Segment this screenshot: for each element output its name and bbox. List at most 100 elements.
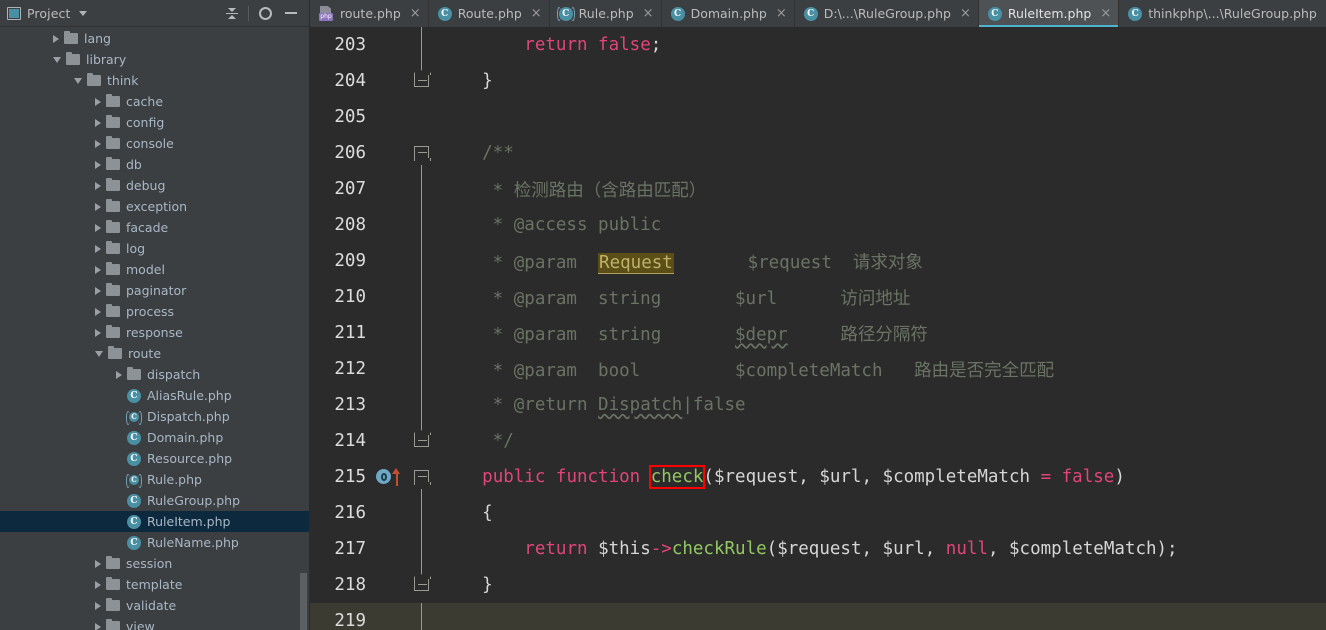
code-folding-gutter[interactable] <box>410 171 434 207</box>
editor-tab-d:-----rulegroup-php[interactable]: C D:\...\RuleGroup.php × <box>795 0 979 27</box>
code-line-217[interactable]: 217 return $this->checkRule($request, $u… <box>310 531 1326 567</box>
gutter-marker-area[interactable] <box>372 387 410 423</box>
code-line-216[interactable]: 216 { <box>310 495 1326 531</box>
tree-item-ruleitem-php[interactable]: C RuleItem.php <box>0 511 310 532</box>
chevron-right-icon[interactable] <box>53 34 59 43</box>
settings-button[interactable] <box>252 2 278 24</box>
code-folding-gutter[interactable] <box>410 207 434 243</box>
tab-close-icon[interactable]: × <box>776 7 787 20</box>
tab-close-icon[interactable]: × <box>643 7 654 20</box>
tree-item-config[interactable]: config <box>0 112 310 133</box>
code-line-218[interactable]: 218 } <box>310 567 1326 603</box>
tree-item-lang[interactable]: lang <box>0 28 310 49</box>
tree-item-think[interactable]: think <box>0 70 310 91</box>
sidebar-scrollbar[interactable] <box>300 573 307 630</box>
gutter-marker-area[interactable] <box>372 567 410 603</box>
code-folding-gutter[interactable] <box>410 99 434 135</box>
chevron-right-icon[interactable] <box>95 160 101 169</box>
code-line-215[interactable]: 215 public function check($request, $url… <box>310 459 1326 495</box>
code-folding-gutter[interactable] <box>410 603 434 630</box>
fold-collapse-icon[interactable] <box>414 578 429 591</box>
fold-collapse-icon[interactable] <box>414 74 429 87</box>
gutter-marker-area[interactable] <box>372 63 410 99</box>
code-folding-gutter[interactable] <box>410 387 434 423</box>
gutter-marker-area[interactable] <box>372 171 410 207</box>
tab-close-icon[interactable]: × <box>1100 7 1111 20</box>
tree-item-dispatch[interactable]: dispatch <box>0 364 310 385</box>
tab-close-icon[interactable]: × <box>531 7 542 20</box>
code-folding-gutter[interactable] <box>410 315 434 351</box>
override-method-icon[interactable] <box>376 468 410 486</box>
tree-item-dispatch-php[interactable]: C Dispatch.php <box>0 406 310 427</box>
chevron-right-icon[interactable] <box>95 580 101 589</box>
code-folding-gutter[interactable] <box>410 351 434 387</box>
gutter-marker-area[interactable] <box>372 135 410 171</box>
code-line-219[interactable]: 219 <box>310 603 1326 630</box>
project-title-group[interactable]: Project <box>7 6 219 21</box>
code-line-203[interactable]: 203 return false; <box>310 27 1326 63</box>
code-line-206[interactable]: 206 /** <box>310 135 1326 171</box>
tree-item-console[interactable]: console <box>0 133 310 154</box>
code-folding-gutter[interactable] <box>410 63 434 99</box>
tree-item-rulename-php[interactable]: C RuleName.php <box>0 532 310 553</box>
chevron-right-icon[interactable] <box>95 97 101 106</box>
minimize-button[interactable] <box>278 2 304 24</box>
collapse-all-button[interactable] <box>219 2 245 24</box>
tree-item-validate[interactable]: validate <box>0 595 310 616</box>
tree-item-rule-php[interactable]: C Rule.php <box>0 469 310 490</box>
tree-item-domain-php[interactable]: C Domain.php <box>0 427 310 448</box>
chevron-right-icon[interactable] <box>95 328 101 337</box>
code-line-205[interactable]: 205 <box>310 99 1326 135</box>
editor-tab-ruleitem-php[interactable]: C RuleItem.php × <box>978 0 1120 27</box>
chevron-right-icon[interactable] <box>95 223 101 232</box>
tree-item-facade[interactable]: facade <box>0 217 310 238</box>
tree-item-library[interactable]: library <box>0 49 310 70</box>
tree-item-log[interactable]: log <box>0 238 310 259</box>
fold-collapse-icon[interactable] <box>414 146 429 159</box>
code-editor[interactable]: 203 return false; 204 } 205 206 /** 207 * 检测… <box>310 27 1326 630</box>
fold-collapse-icon[interactable] <box>414 434 429 447</box>
chevron-right-icon[interactable] <box>95 307 101 316</box>
chevron-right-icon[interactable] <box>95 202 101 211</box>
code-line-212[interactable]: 212 * @param bool $completeMatch 路由是否完全匹… <box>310 351 1326 387</box>
chevron-down-icon[interactable] <box>74 77 82 84</box>
code-folding-gutter[interactable] <box>410 567 434 603</box>
gutter-marker-area[interactable] <box>372 99 410 135</box>
gutter-marker-area[interactable] <box>372 459 410 495</box>
gutter-marker-area[interactable] <box>372 279 410 315</box>
gutter-marker-area[interactable] <box>372 603 410 630</box>
code-folding-gutter[interactable] <box>410 495 434 531</box>
tab-close-icon[interactable]: × <box>960 7 971 20</box>
chevron-right-icon[interactable] <box>116 370 122 379</box>
tree-item-session[interactable]: session <box>0 553 310 574</box>
gutter-marker-area[interactable] <box>372 27 410 63</box>
code-folding-gutter[interactable] <box>410 531 434 567</box>
tree-item-cache[interactable]: cache <box>0 91 310 112</box>
chevron-right-icon[interactable] <box>95 265 101 274</box>
code-folding-gutter[interactable] <box>410 279 434 315</box>
chevron-down-icon[interactable] <box>53 56 61 63</box>
tree-item-response[interactable]: response <box>0 322 310 343</box>
editor-tab-thinkphp-----rulegroup-php[interactable]: Cthinkphp\...\RuleGroup.php× <box>1119 0 1326 27</box>
editor-tab-route-php[interactable]: php route.php × <box>310 0 429 27</box>
editor-tab-route-php[interactable]: C Route.php × <box>429 0 550 27</box>
editor-tab-rule-php[interactable]: C Rule.php × <box>550 0 662 27</box>
code-line-211[interactable]: 211 * @param string $depr 路径分隔符 <box>310 315 1326 351</box>
chevron-right-icon[interactable] <box>95 622 101 630</box>
gutter-marker-area[interactable] <box>372 423 410 459</box>
editor-tab-domain-php[interactable]: C Domain.php × <box>662 0 795 27</box>
code-line-208[interactable]: 208 * @access public <box>310 207 1326 243</box>
chevron-right-icon[interactable] <box>95 181 101 190</box>
chevron-down-icon[interactable] <box>95 350 103 357</box>
tree-item-exception[interactable]: exception <box>0 196 310 217</box>
tree-item-process[interactable]: process <box>0 301 310 322</box>
tab-close-icon[interactable]: × <box>410 7 421 20</box>
code-line-214[interactable]: 214 */ <box>310 423 1326 459</box>
chevron-right-icon[interactable] <box>95 286 101 295</box>
tree-item-paginator[interactable]: paginator <box>0 280 310 301</box>
gutter-marker-area[interactable] <box>372 243 410 279</box>
gutter-marker-area[interactable] <box>372 495 410 531</box>
chevron-right-icon[interactable] <box>95 118 101 127</box>
chevron-down-icon[interactable] <box>79 10 88 16</box>
tree-item-template[interactable]: template <box>0 574 310 595</box>
